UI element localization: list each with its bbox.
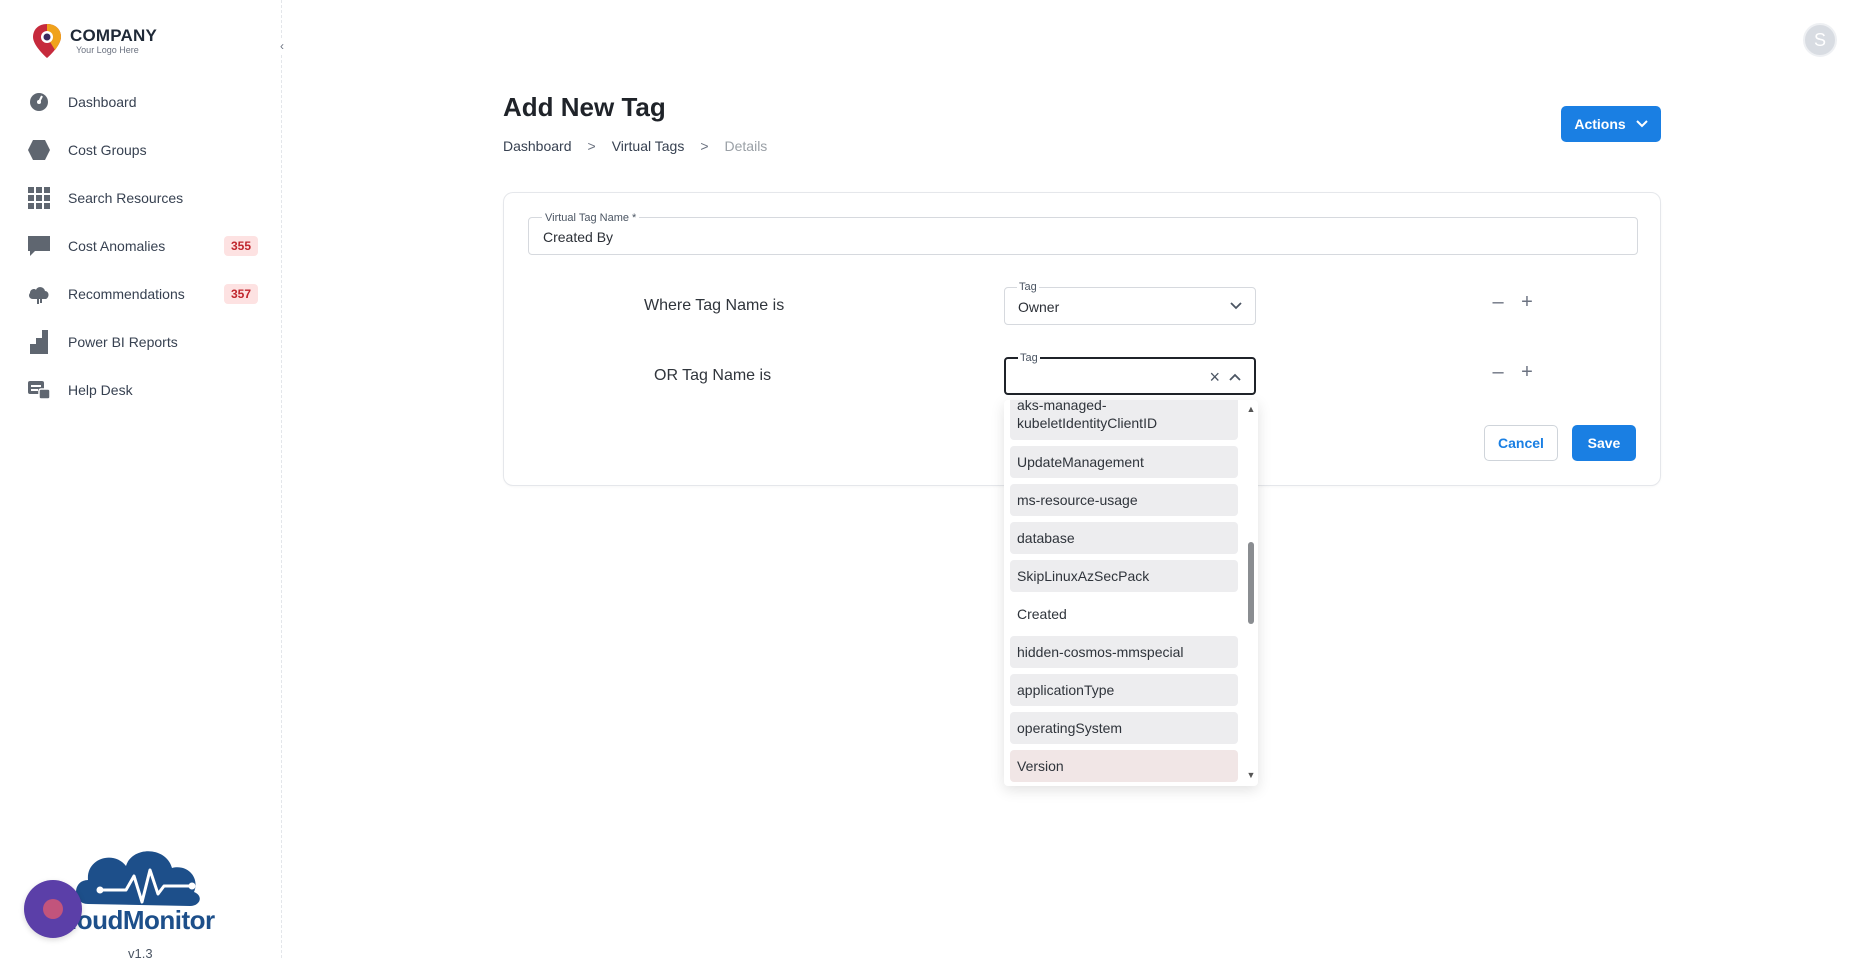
collapse-sidebar-button[interactable]: ‹ bbox=[274, 38, 290, 54]
chat-icon bbox=[26, 233, 52, 259]
sidebar-item-label: Cost Anomalies bbox=[68, 238, 166, 254]
scroll-up-arrow-icon[interactable]: ▲ bbox=[1246, 404, 1256, 414]
dropdown-option[interactable]: Version bbox=[1010, 750, 1238, 782]
tag-select-label: Tag bbox=[1017, 281, 1039, 293]
sidebar-item-cost-groups[interactable]: Cost Groups bbox=[26, 126, 258, 174]
sidebar-item-search-resources[interactable]: Search Resources bbox=[26, 174, 258, 222]
sidebar-item-cost-anomalies[interactable]: Cost Anomalies 355 bbox=[26, 222, 258, 270]
tag-options-list: aks-managed-kubeletIdentityClientID Upda… bbox=[1004, 400, 1244, 786]
sidebar-item-label: Recommendations bbox=[68, 286, 185, 302]
user-avatar[interactable]: S bbox=[1803, 23, 1837, 57]
tag-select-2[interactable]: Tag × bbox=[1004, 352, 1256, 395]
brand-tagline: Your Logo Here bbox=[76, 45, 139, 55]
sidebar-item-label: Power BI Reports bbox=[68, 334, 178, 350]
remove-row-button[interactable]: – bbox=[1488, 361, 1508, 384]
cloud-icon bbox=[26, 281, 52, 307]
page-title: Add New Tag bbox=[503, 92, 666, 122]
dropdown-option[interactable]: SkipLinuxAzSecPack bbox=[1010, 560, 1238, 592]
chevron-down-icon bbox=[1635, 120, 1648, 128]
sidebar-item-recommendations[interactable]: Recommendations 357 bbox=[26, 270, 258, 318]
bar-chart-icon bbox=[26, 329, 52, 355]
breadcrumb-separator: > bbox=[587, 138, 596, 154]
location-pin-icon bbox=[33, 24, 61, 58]
actions-label: Actions bbox=[1574, 116, 1626, 132]
chevron-down-icon bbox=[1230, 302, 1242, 310]
dropdown-option[interactable]: ms-resource-usage bbox=[1010, 484, 1238, 516]
sidebar-item-label: Help Desk bbox=[68, 382, 133, 398]
dropdown-option[interactable]: operatingSystem bbox=[1010, 712, 1238, 744]
breadcrumb: Dashboard > Virtual Tags > Details bbox=[503, 138, 767, 154]
sidebar: COMPANY Your Logo Here ‹ Dashboard Cost … bbox=[0, 0, 290, 961]
sidebar-item-label: Cost Groups bbox=[68, 142, 147, 158]
save-button[interactable]: Save bbox=[1572, 425, 1636, 461]
virtual-tag-name-label: Virtual Tag Name * bbox=[542, 212, 640, 224]
add-row-button[interactable]: + bbox=[1517, 291, 1537, 314]
chevron-left-icon: ‹ bbox=[280, 39, 284, 53]
dropdown-option[interactable]: hidden-cosmos-mmspecial bbox=[1010, 636, 1238, 668]
breadcrumb-virtual-tags[interactable]: Virtual Tags bbox=[612, 138, 685, 154]
hexagon-icon bbox=[26, 137, 52, 163]
add-row-button[interactable]: + bbox=[1517, 361, 1537, 384]
chat-icon bbox=[43, 899, 63, 919]
tag-select-label: Tag bbox=[1018, 352, 1040, 364]
app-version: v1.3 bbox=[128, 946, 153, 961]
chevron-up-icon[interactable] bbox=[1228, 370, 1242, 384]
grid-icon bbox=[26, 185, 52, 211]
clear-icon[interactable]: × bbox=[1209, 367, 1220, 388]
sidebar-item-dashboard[interactable]: Dashboard bbox=[26, 78, 258, 126]
or-tag-name-label: OR Tag Name is bbox=[654, 367, 772, 384]
virtual-tag-name-input[interactable]: Created By bbox=[543, 229, 613, 245]
sidebar-item-help-desk[interactable]: Help Desk bbox=[26, 366, 258, 414]
tag-options-dropdown: aks-managed-kubeletIdentityClientID Upda… bbox=[1004, 400, 1258, 786]
tag-select-value: Owner bbox=[1018, 299, 1060, 315]
chat-widget-button[interactable] bbox=[24, 880, 82, 938]
scrollbar-thumb[interactable] bbox=[1248, 542, 1254, 624]
dropdown-option[interactable]: applicationType bbox=[1010, 674, 1238, 706]
remove-row-button[interactable]: – bbox=[1488, 291, 1508, 314]
recommendations-count-badge: 357 bbox=[223, 284, 258, 304]
dropdown-scrollbar[interactable]: ▲ ▼ bbox=[1246, 400, 1256, 786]
sidebar-nav: Dashboard Cost Groups Search Resources C… bbox=[26, 78, 258, 414]
dashboard-icon bbox=[26, 89, 52, 115]
company-logo[interactable]: COMPANY Your Logo Here bbox=[30, 22, 157, 60]
sidebar-item-label: Search Resources bbox=[68, 190, 184, 206]
help-desk-icon bbox=[26, 377, 52, 403]
virtual-tag-name-field[interactable]: Virtual Tag Name * Created By bbox=[528, 212, 1638, 255]
scroll-down-arrow-icon[interactable]: ▼ bbox=[1246, 770, 1256, 780]
breadcrumb-details: Details bbox=[724, 138, 768, 154]
where-tag-name-label: Where Tag Name is bbox=[644, 297, 785, 314]
sidebar-item-label: Dashboard bbox=[68, 94, 137, 110]
brand-name: COMPANY bbox=[70, 26, 158, 45]
sidebar-item-power-bi-reports[interactable]: Power BI Reports bbox=[26, 318, 258, 366]
anomalies-count-badge: 355 bbox=[223, 236, 258, 256]
tag-select-1[interactable]: Tag Owner bbox=[1004, 281, 1256, 325]
cancel-button[interactable]: Cancel bbox=[1484, 425, 1558, 461]
breadcrumb-separator: > bbox=[700, 138, 709, 154]
dropdown-option[interactable]: Created bbox=[1010, 598, 1238, 630]
dropdown-option[interactable]: database bbox=[1010, 522, 1238, 554]
actions-button[interactable]: Actions bbox=[1561, 106, 1661, 142]
cloudmonitor-wordmark: loudMonitor bbox=[70, 905, 215, 935]
breadcrumb-dashboard[interactable]: Dashboard bbox=[503, 138, 572, 154]
dropdown-option[interactable]: aks-managed-kubeletIdentityClientID bbox=[1010, 400, 1238, 440]
dropdown-option[interactable]: UpdateManagement bbox=[1010, 446, 1238, 478]
